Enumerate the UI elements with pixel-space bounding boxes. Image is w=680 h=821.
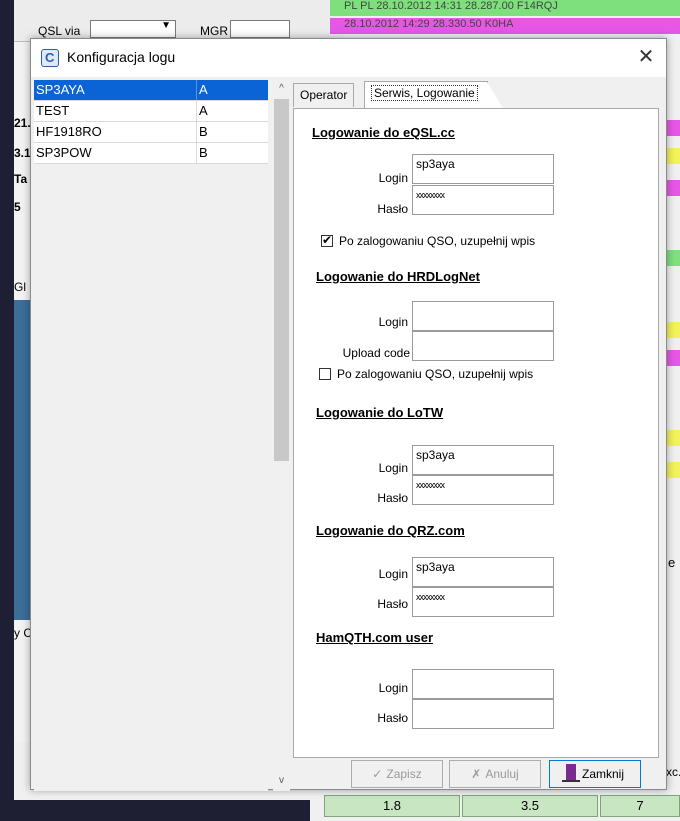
hrdlog-upload-input[interactable] [412,331,554,361]
hamqth-password-input[interactable] [412,699,554,729]
hrdlog-upload-label: Upload code [342,346,410,360]
qsl-via-select[interactable]: ▼ [90,20,176,38]
scroll-down-icon[interactable]: v [273,772,290,789]
hamqth-password-label: Hasło [377,711,408,725]
background-label: 3.1 [14,146,31,160]
section-title-hrdlog: Logowanie do HRDLogNet [316,269,480,284]
eqsl-login-label: Login [378,171,408,185]
background-label: 5 [14,200,21,214]
hrdlog-login-label: Login [378,315,408,329]
scroll-up-icon[interactable]: ^ [273,80,290,97]
close-button-label: Zamknij [581,767,624,781]
lotw-password-label: Hasło [377,491,408,505]
band-button[interactable]: 1.8 [324,795,460,817]
band-buttons-row: 1.8 3.5 7 [310,792,680,821]
section-title-hamqth: HamQTH.com user [316,630,434,645]
section-title-qrz: Logowanie do QRZ.com [316,523,465,538]
hamqth-login-input[interactable] [412,669,554,699]
background-label: Gl [14,280,26,294]
door-exit-icon [561,764,580,782]
close-button[interactable]: Zamknij [549,760,641,788]
lotw-login-label: Login [378,461,408,475]
log-row[interactable]: PL PL 28.10.2012 14:31 28.287.00 F14RQJ [330,0,680,16]
qrz-login-label: Login [378,567,408,581]
eqsl-auto-checkbox[interactable]: Po zalogowaniu QSO, uzupełnij wpis [321,233,536,248]
checkmark-icon: ✓ [372,767,383,781]
log-name: SP3POW [36,145,92,160]
hrdlog-login-input[interactable] [412,301,554,331]
eqsl-password-input[interactable]: xxxxxxxx [412,185,554,215]
band-button[interactable]: 7 [600,795,680,817]
section-title-eqsl: Logowanie do eQSL.cc [312,125,456,140]
tab-panel-serwis: Logowanie do eQSL.cc Login sp3aya Hasło … [293,108,659,758]
checkbox-icon [319,368,331,380]
hrdlog-auto-label: Po zalogowaniu QSO, uzupełnij wpis [337,367,534,381]
cancel-button[interactable]: ✗ Anuluj [449,760,541,788]
dialog-title: Konfiguracja logu [67,49,176,65]
background-toolbar: QSL via ▼ MGR [14,0,344,42]
dialog-titlebar[interactable]: Konfiguracja logu ✕ [31,39,666,77]
list-item[interactable]: HF1918RO B [34,122,268,143]
qrz-password-label: Hasło [377,597,408,611]
lotw-password-input[interactable]: xxxxxxxx [412,475,554,505]
list-item[interactable]: TEST A [34,101,268,122]
hrdlog-auto-checkbox[interactable]: Po zalogowaniu QSO, uzupełnij wpis [319,367,533,381]
lotw-login-input[interactable]: sp3aya [412,445,554,475]
mgr-label: MGR [200,24,228,38]
eqsl-auto-label: Po zalogowaniu QSO, uzupełnij wpis [339,234,536,248]
log-name: TEST [36,103,70,118]
log-type: B [196,122,268,142]
save-button-label: Zapisz [386,767,422,781]
mgr-input[interactable] [230,20,290,38]
log-type: B [196,143,268,163]
log-list: SP3AYA A TEST A HF1918RO B SP3POW B [34,80,268,791]
cancel-button-label: Anuluj [485,767,519,781]
checkbox-icon [321,233,333,247]
background-label: e [668,555,676,570]
qrz-login-input[interactable]: sp3aya [412,557,554,587]
eqsl-login-input[interactable]: sp3aya [412,154,554,184]
eqsl-password-label: Hasło [377,202,408,216]
log-config-dialog: Konfiguracja logu ✕ SP3AYA A TEST A HF19… [30,38,667,791]
list-item[interactable]: SP3POW B [34,143,268,164]
log-row[interactable]: 28.10.2012 14:29 28.330.50 K0HA [330,18,680,34]
log-name: SP3AYA [36,82,85,97]
background-label: xc. [666,765,680,779]
vertical-scrollbar[interactable]: ^ v [273,80,290,791]
cancel-x-icon: ✗ [471,767,482,781]
background-label: Ta [14,172,28,186]
background-label: 21. [14,116,31,130]
section-title-lotw: Logowanie do LoTW [316,405,444,420]
close-icon[interactable]: ✕ [626,39,666,77]
band-button[interactable]: 3.5 [462,795,598,817]
hamqth-login-label: Login [378,681,408,695]
list-item[interactable]: SP3AYA A [34,80,268,101]
log-type: A [196,80,268,100]
app-icon [41,49,59,67]
qrz-password-input[interactable]: xxxxxxxx [412,587,554,617]
tab-serwis-logowanie[interactable]: Serwis, Logowanie [364,81,503,108]
scroll-thumb[interactable] [274,99,289,461]
log-type: A [196,101,268,121]
tab-label: Serwis, Logowanie [371,85,478,101]
log-name: HF1918RO [36,124,102,139]
qsl-via-label: QSL via [38,24,81,38]
tab-operator[interactable]: Operator [293,83,355,107]
save-button[interactable]: ✓ Zapisz [351,760,443,788]
